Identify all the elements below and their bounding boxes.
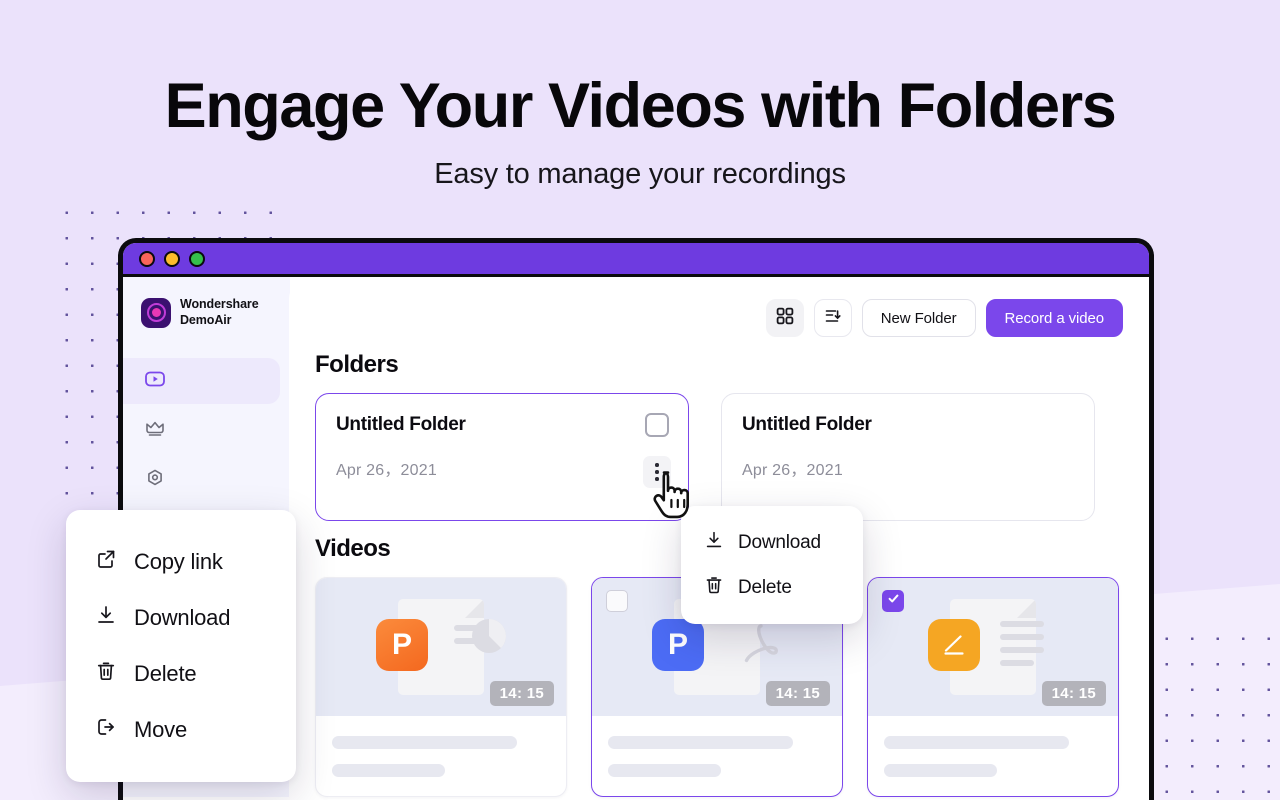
menu-item-delete[interactable]: Delete <box>681 565 863 610</box>
brand-logo-block: Wondershare DemoAir <box>123 297 290 328</box>
grid-view-icon <box>775 306 795 331</box>
document-shape: P <box>398 599 484 695</box>
file-letter: P <box>392 628 412 662</box>
folder-date: Apr 26，2021 <box>336 456 668 480</box>
menu-item-label: Copy link <box>134 549 223 575</box>
video-thumbnail: 14: 15 <box>868 578 1118 716</box>
folder-name: Untitled Folder <box>742 414 1074 436</box>
menu-item-download[interactable]: Download <box>681 520 863 565</box>
pdf-swirl-icon <box>740 621 782 672</box>
folder-name: Untitled Folder <box>336 414 668 436</box>
folder-checkbox[interactable] <box>645 413 669 437</box>
menu-item-label: Download <box>134 605 230 631</box>
external-link-icon <box>94 547 118 577</box>
trash-icon <box>703 574 725 602</box>
video-meta-placeholder <box>868 716 1118 797</box>
folder-card[interactable]: Untitled Folder Apr 26，2021 <box>315 393 689 521</box>
folders-grid: Untitled Folder Apr 26，2021 Untitled Fol… <box>315 393 1123 521</box>
pdf-icon: P <box>652 619 704 671</box>
move-exit-icon <box>94 715 118 745</box>
folder-card[interactable]: Untitled Folder Apr 26，2021 <box>721 393 1095 521</box>
record-video-button[interactable]: Record a video <box>986 299 1124 337</box>
video-meta-placeholder <box>592 716 842 797</box>
window-close-button[interactable] <box>139 251 155 267</box>
file-letter: P <box>668 628 688 662</box>
crown-icon <box>143 417 167 446</box>
sidebar-item-settings[interactable] <box>123 458 280 504</box>
menu-item-delete[interactable]: Delete <box>66 646 296 702</box>
edit-document-icon <box>928 619 980 671</box>
video-thumbnail: P 14: 15 <box>316 578 566 716</box>
menu-item-label: Move <box>134 717 187 743</box>
video-play-icon <box>143 367 167 396</box>
context-menu-video: Download Delete <box>681 506 863 624</box>
video-duration-badge: 14: 15 <box>766 681 830 706</box>
sidebar-item-videos[interactable] <box>123 358 280 404</box>
folder-more-options-button[interactable] <box>643 456 671 488</box>
video-card[interactable]: 14: 15 <box>867 577 1119 797</box>
menu-item-label: Delete <box>738 577 792 599</box>
page-title: Engage Your Videos with Folders <box>0 70 1280 142</box>
video-checkbox[interactable] <box>606 590 628 612</box>
pie-chart-icon <box>466 613 512 664</box>
window-titlebar <box>123 243 1149 277</box>
brand-line-2: DemoAir <box>180 313 259 329</box>
checkmark-icon <box>887 592 900 610</box>
video-duration-badge: 14: 15 <box>1042 681 1106 706</box>
hero-section: Engage Your Videos with Folders Easy to … <box>0 0 1280 191</box>
powerpoint-icon: P <box>376 619 428 671</box>
menu-item-label: Download <box>738 532 821 554</box>
window-maximize-button[interactable] <box>189 251 205 267</box>
toolbar: New Folder Record a video <box>315 299 1123 337</box>
grid-view-button[interactable] <box>766 299 804 337</box>
video-meta-placeholder <box>316 716 566 797</box>
sort-descending-icon <box>823 306 843 331</box>
video-duration-badge: 14: 15 <box>490 681 554 706</box>
document-content-lines <box>1000 621 1044 666</box>
trash-icon <box>94 659 118 689</box>
video-checkbox[interactable] <box>882 590 904 612</box>
folder-date: Apr 26，2021 <box>742 456 1074 480</box>
window-minimize-button[interactable] <box>164 251 180 267</box>
document-shape <box>950 599 1036 695</box>
download-icon <box>703 529 725 557</box>
menu-item-move[interactable]: Move <box>66 702 296 758</box>
demoair-logo-icon <box>141 298 171 328</box>
folders-heading: Folders <box>315 351 1123 379</box>
brand-line-1: Wondershare <box>180 297 259 313</box>
menu-item-label: Delete <box>134 661 196 687</box>
decorative-dot-grid-right <box>1152 624 1280 800</box>
download-icon <box>94 603 118 633</box>
video-card[interactable]: P 14: 15 <box>315 577 567 797</box>
settings-gear-icon <box>143 467 167 496</box>
page-subtitle: Easy to manage your recordings <box>0 158 1280 191</box>
new-folder-button[interactable]: New Folder <box>862 299 976 337</box>
menu-item-download[interactable]: Download <box>66 590 296 646</box>
sort-button[interactable] <box>814 299 852 337</box>
sidebar-item-premium[interactable] <box>123 408 280 454</box>
menu-item-copy-link[interactable]: Copy link <box>66 534 296 590</box>
context-menu-folder: Copy link Download Delete <box>66 510 296 782</box>
